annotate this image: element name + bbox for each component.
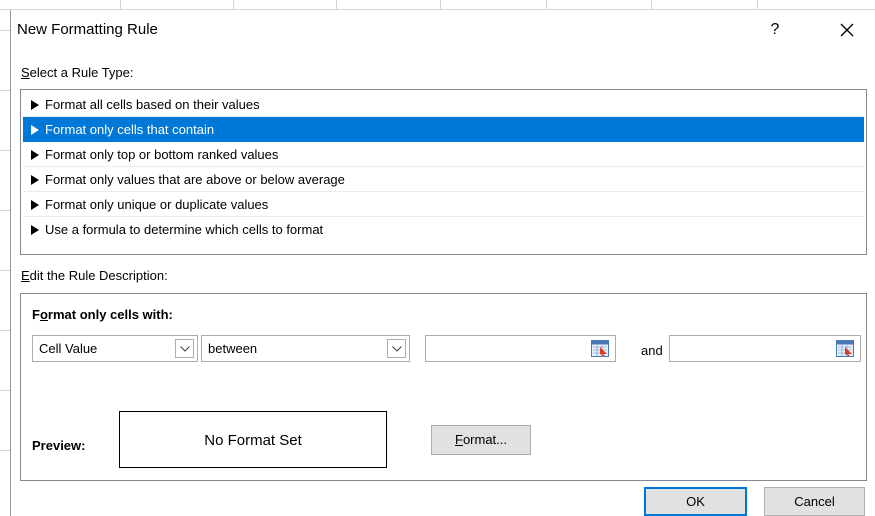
- dialog-title: New Formatting Rule: [17, 21, 158, 38]
- collapse-dialog-icon[interactable]: [591, 340, 609, 357]
- preview-box: No Format Set: [119, 411, 387, 468]
- operator-combo-value: between: [208, 341, 258, 356]
- condition-combo-value: Cell Value: [39, 341, 98, 356]
- rule-description-section-label: Edit the Rule Description:: [21, 268, 168, 283]
- value2-input[interactable]: [669, 335, 861, 362]
- chevron-down-icon: [180, 346, 190, 352]
- cancel-button[interactable]: Cancel: [764, 487, 865, 516]
- collapse-dialog-icon[interactable]: [836, 340, 854, 357]
- expand-arrow-icon: [31, 125, 39, 135]
- condition-combo[interactable]: Cell Value: [32, 335, 198, 362]
- rule-type-section-label: Select a Rule Type:: [21, 65, 134, 80]
- rule-type-item[interactable]: Format all cells based on their values: [23, 92, 864, 117]
- spreadsheet-grid-left: [0, 10, 10, 516]
- rule-description-panel: Format only cells with: Cell Value betwe…: [20, 293, 867, 481]
- close-button[interactable]: [833, 18, 861, 42]
- ok-button[interactable]: OK: [644, 487, 747, 516]
- dialog-titlebar: New Formatting Rule ?: [11, 10, 875, 50]
- expand-arrow-icon: [31, 175, 39, 185]
- preview-text: No Format Set: [204, 432, 302, 449]
- expand-arrow-icon: [31, 200, 39, 210]
- rule-type-item[interactable]: Use a formula to determine which cells t…: [23, 217, 864, 242]
- value1-input[interactable]: [425, 335, 616, 362]
- format-button[interactable]: Format...: [431, 425, 531, 455]
- operator-combo[interactable]: between: [201, 335, 410, 362]
- rule-type-item-selected[interactable]: Format only cells that contain: [23, 117, 864, 142]
- and-label: and: [641, 343, 663, 358]
- help-button[interactable]: ?: [763, 18, 787, 42]
- operator-dropdown-button[interactable]: [387, 339, 406, 358]
- condition-dropdown-button[interactable]: [175, 339, 194, 358]
- rule-type-item[interactable]: Format only values that are above or bel…: [23, 167, 864, 192]
- new-formatting-rule-dialog: New Formatting Rule ? Select a Rule Type…: [10, 10, 875, 516]
- expand-arrow-icon: [31, 100, 39, 110]
- expand-arrow-icon: [31, 150, 39, 160]
- rule-type-list[interactable]: Format all cells based on their values F…: [20, 89, 867, 255]
- preview-label: Preview:: [32, 438, 86, 453]
- rule-type-item[interactable]: Format only unique or duplicate values: [23, 192, 864, 217]
- expand-arrow-icon: [31, 225, 39, 235]
- close-icon: [840, 23, 854, 37]
- spreadsheet-grid-top: [0, 0, 875, 10]
- rule-type-item[interactable]: Format only top or bottom ranked values: [23, 142, 864, 167]
- chevron-down-icon: [392, 346, 402, 352]
- format-only-cells-with-label: Format only cells with:: [32, 307, 173, 322]
